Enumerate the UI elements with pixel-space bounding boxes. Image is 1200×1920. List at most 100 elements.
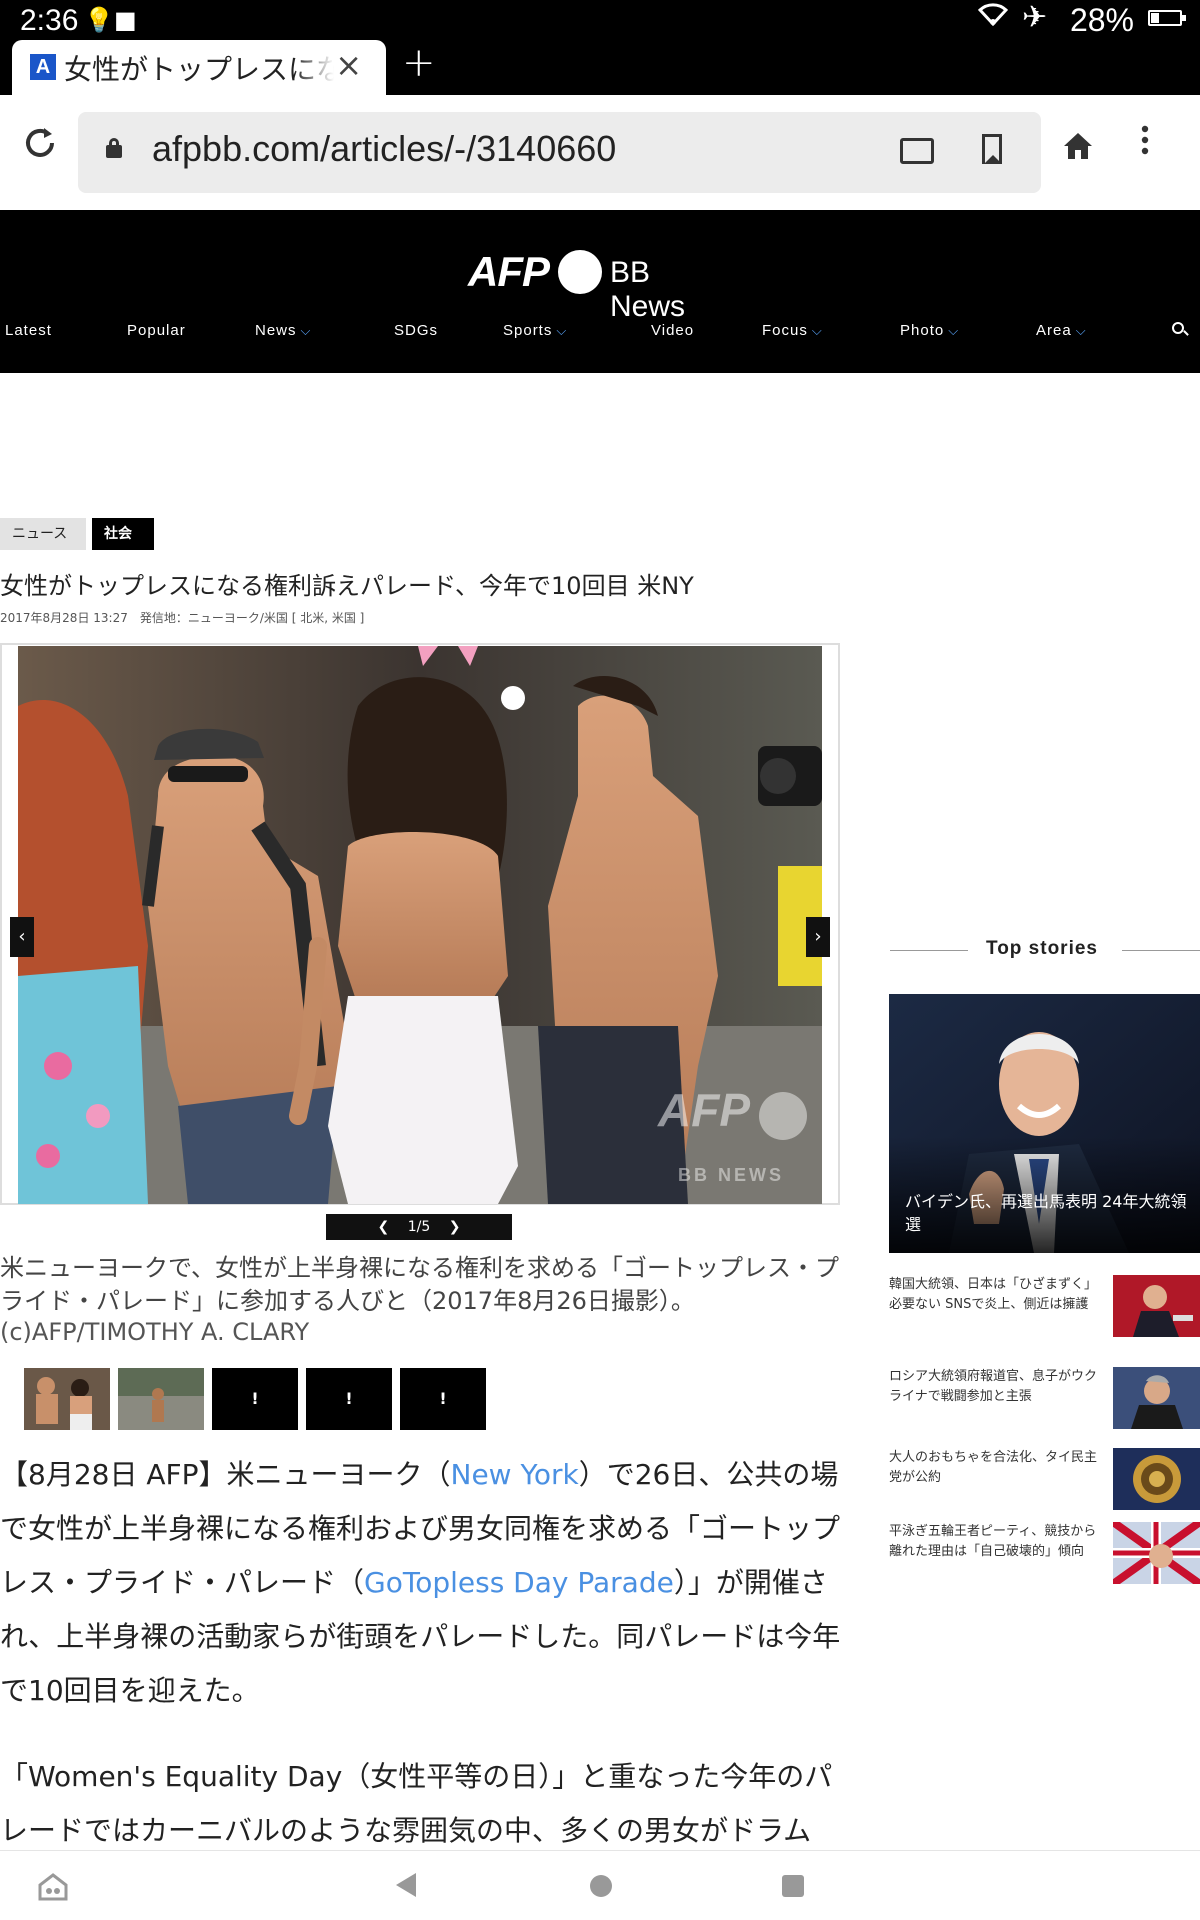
story-title: 大人のおもちゃを合法化、タイ民主党が公約 xyxy=(889,1450,1098,1485)
thumbnail-1[interactable] xyxy=(24,1368,110,1430)
article-paragraph-2: 「Women's Equality Day（女性平等の日）」と重なった今年のパレ… xyxy=(0,1760,833,1847)
battery-nub xyxy=(1182,15,1186,21)
photo-counter: ❮ 1/5 ❯ xyxy=(326,1214,512,1240)
nav-item-news[interactable]: News ⌵ xyxy=(255,322,311,339)
photo-watermark-sub: BB NEWS xyxy=(678,1165,784,1185)
search-icon[interactable] xyxy=(1172,322,1189,338)
chevron-down-icon: ⌵ xyxy=(1075,323,1087,338)
nav-item-focus[interactable]: Focus ⌵ xyxy=(762,322,823,339)
search-ring xyxy=(1172,322,1184,334)
home-circle-icon[interactable] xyxy=(590,1875,612,1897)
story-item-3[interactable]: 大人のおもちゃを合法化、タイ民主党が公約 xyxy=(889,1448,1200,1518)
launcher-home-icon[interactable] xyxy=(38,1873,68,1901)
notification-icon: ■ xyxy=(114,6,137,34)
close-tab-icon[interactable]: × xyxy=(335,46,362,84)
link-new-york[interactable]: New York xyxy=(451,1458,579,1491)
story-item-4[interactable]: 平泳ぎ五輪王者ピーティ、競技から離れた理由は「自己破壊的」傾向 xyxy=(889,1522,1200,1592)
nav-item-label: Focus xyxy=(762,322,808,339)
logo-bb-news: BB News xyxy=(610,256,686,323)
photo-slideshow: AFP BB NEWS ‹ › xyxy=(0,643,840,1205)
site-header: AFP BB News Latest Popular News ⌵ SDGs Sports… xyxy=(0,210,1200,373)
heading-rule-right xyxy=(1122,950,1200,951)
chevron-down-icon: ⌵ xyxy=(300,323,312,338)
thumbnail-4[interactable]: ! xyxy=(306,1368,392,1430)
nav-item-sdgs[interactable]: SDGs xyxy=(394,322,438,339)
logo-afp: AFP xyxy=(468,248,550,295)
back-icon[interactable] xyxy=(396,1873,416,1897)
story-thumbnail xyxy=(1113,1448,1200,1510)
nav-item-latest[interactable]: Latest xyxy=(5,322,52,339)
reload-icon[interactable] xyxy=(22,125,58,171)
site-nav: Latest Popular News ⌵ SDGs Sports ⌵ Video Focus ⌵… xyxy=(0,322,1200,352)
recents-icon[interactable] xyxy=(782,1875,804,1897)
browser-tab[interactable]: A 女性がトップレスになる権利訴えパレード × xyxy=(12,40,386,95)
story-item-1[interactable]: 韓国大統領、日本は「ひざまずく」必要ない SNSで炎上、側近は擁護 xyxy=(889,1275,1200,1345)
top-stories-heading: Top stories xyxy=(890,936,1200,964)
chevron-down-icon: ⌵ xyxy=(948,323,960,338)
address-bar[interactable]: afpbb.com/articles/-/3140660 xyxy=(78,112,1041,193)
next-photo-button[interactable]: › xyxy=(806,917,830,957)
photo-watermark: AFP xyxy=(657,1084,750,1136)
nav-item-popular[interactable]: Popular xyxy=(127,322,186,339)
story-title: ロシア大統領府報道官、息子がウクライナで戦闘参加と主張 xyxy=(889,1369,1098,1404)
nav-item-label: Area xyxy=(1036,322,1072,339)
article-body: 【8月28日 AFP】米ニューヨーク（New York）で26日、公共の場で女性… xyxy=(0,1448,842,1890)
search-handle xyxy=(1183,330,1189,336)
story-title: 韓国大統領、日本は「ひざまずく」必要ない SNSで炎上、側近は擁護 xyxy=(889,1277,1098,1312)
bookmark-icon[interactable] xyxy=(982,134,1002,164)
chevron-down-icon: ⌵ xyxy=(811,323,823,338)
article-headline: 女性がトップレスになる権利訴えパレード、今年で10回目 米NY xyxy=(0,572,694,600)
nav-item-label: News xyxy=(255,322,297,339)
battery-fill xyxy=(1151,13,1160,23)
story-title: 平泳ぎ五輪王者ピーティ、競技から離れた理由は「自己破壊的」傾向 xyxy=(889,1524,1097,1559)
thumbnail-5[interactable]: ! xyxy=(400,1368,486,1430)
nav-item-photo[interactable]: Photo ⌵ xyxy=(900,322,959,339)
tab-title: 女性がトップレスになる権利訴えパレード xyxy=(64,48,334,84)
story-thumbnail xyxy=(1113,1522,1200,1584)
nav-item-label: Sports xyxy=(503,322,553,339)
battery-percent: 28% xyxy=(1069,2,1134,38)
status-bar: 2:36 💡 ■ ✈ 28% xyxy=(0,0,1200,40)
link-gotopless[interactable]: GoTopless Day Parade xyxy=(364,1566,674,1599)
url-text[interactable]: afpbb.com/articles/-/3140660 xyxy=(152,128,616,170)
cast-icon[interactable] xyxy=(900,138,934,164)
new-tab-button[interactable]: + xyxy=(402,40,436,86)
nav-item-sports[interactable]: Sports ⌵ xyxy=(503,322,567,339)
article-dateline: 2017年8月28日 13:27 発信地：ニューヨーク/米国 [ 北米, 米国 … xyxy=(0,611,365,625)
feature-story[interactable]: バイデン氏、再選出馬表明 24年大統領選 xyxy=(889,994,1200,1253)
article-paragraph-1: 【8月28日 AFP】米ニューヨーク（New York）で26日、公共の場で女性… xyxy=(0,1448,842,1718)
screen: 2:36 💡 ■ ✈ 28% A 女性がトップレスになる権利訴えパレード × + xyxy=(0,0,1200,1920)
thumbnail-2[interactable] xyxy=(118,1368,204,1430)
airplane-icon: ✈ xyxy=(1022,0,1048,35)
counter-text: 1/5 xyxy=(407,1219,431,1235)
nav-item-label: Popular xyxy=(127,322,186,339)
tag-news[interactable]: ニュース xyxy=(0,518,86,550)
more-icon[interactable] xyxy=(1140,123,1150,164)
nav-item-label: Latest xyxy=(5,322,52,339)
thumbnail-3[interactable]: ! xyxy=(212,1368,298,1430)
prev-photo-button[interactable]: ‹ xyxy=(10,917,34,957)
counter-next-icon[interactable]: ❯ xyxy=(449,1219,461,1235)
nav-item-label: SDGs xyxy=(394,322,439,339)
photo-caption: 米ニューヨークで、女性が上半身裸になる権利を求める「ゴートップレス・プライド・パ… xyxy=(0,1254,840,1315)
lock-icon xyxy=(106,138,122,158)
chevron-down-icon: ⌵ xyxy=(556,323,568,338)
nav-item-label: Photo xyxy=(900,322,945,339)
nav-item-area[interactable]: Area ⌵ xyxy=(1036,322,1087,339)
lock-body xyxy=(106,145,122,158)
p1-text-a: 【8月28日 AFP】米ニューヨーク（ xyxy=(0,1458,451,1491)
article-photo[interactable]: AFP BB NEWS xyxy=(18,646,822,1204)
home-icon[interactable] xyxy=(1062,129,1094,170)
bulb-icon: 💡 xyxy=(84,6,114,34)
nav-item-video[interactable]: Video xyxy=(651,322,694,339)
browser-toolbar: afpbb.com/articles/-/3140660 xyxy=(0,95,1200,210)
battery-icon xyxy=(1148,10,1186,26)
logo-globe-icon xyxy=(558,250,602,294)
counter-prev-icon[interactable]: ❮ xyxy=(378,1219,390,1235)
story-item-2[interactable]: ロシア大統領府報道官、息子がウクライナで戦闘参加と主張 xyxy=(889,1367,1200,1437)
tag-society[interactable]: 社会 xyxy=(92,518,154,550)
story-thumbnail xyxy=(1113,1275,1200,1337)
photo-credit: (c)AFP/TIMOTHY A. CLARY xyxy=(0,1318,310,1346)
story-thumbnail xyxy=(1113,1367,1200,1429)
wifi-icon xyxy=(977,2,1009,32)
